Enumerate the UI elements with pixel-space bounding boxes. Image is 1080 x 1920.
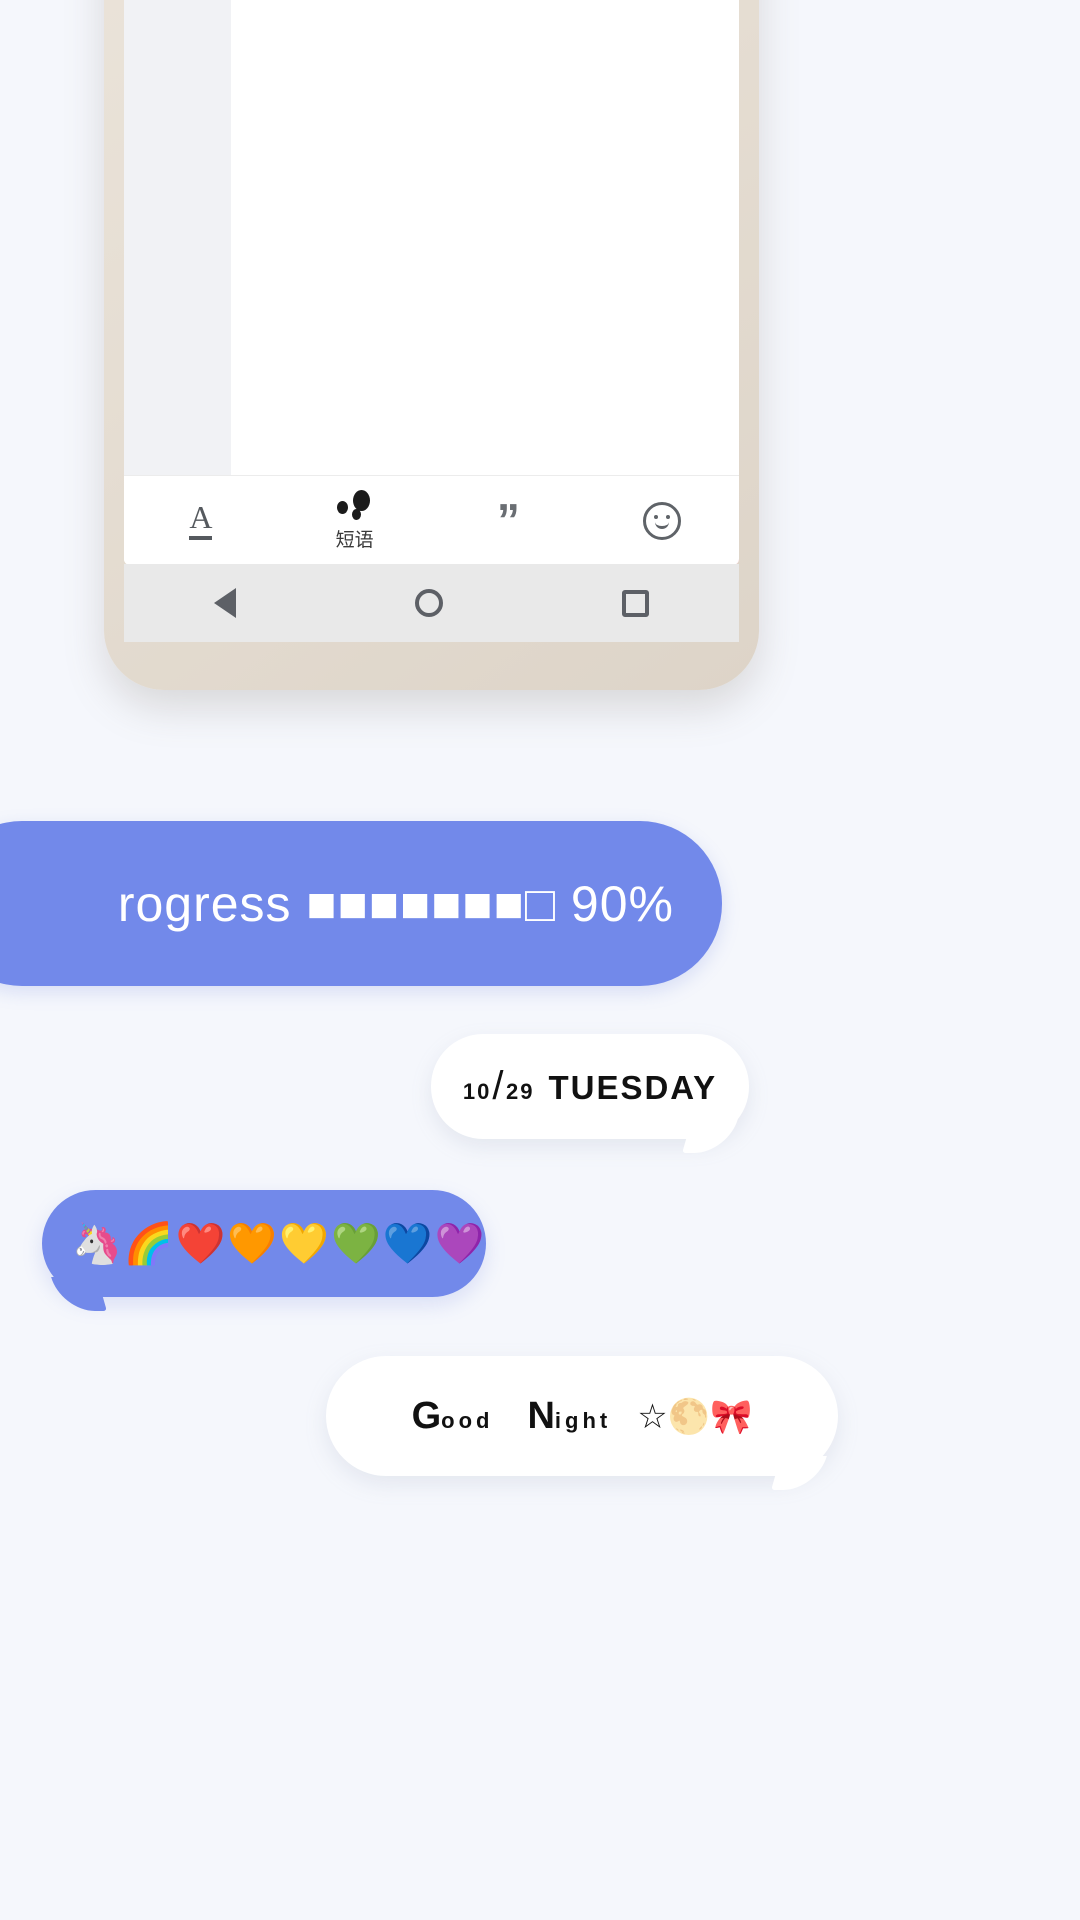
home-circle-icon[interactable] (414, 589, 443, 617)
back-triangle-icon[interactable] (213, 588, 236, 618)
category-rail: Emoji 蝴蝶结 台词 (124, 0, 231, 475)
phrase-bubbles-icon (336, 489, 373, 520)
goodnight-ood: ood (441, 1407, 494, 1433)
goodnight-n: N (527, 1394, 555, 1437)
date-weekday: TUESDAY (548, 1069, 718, 1106)
chat-bubble-hearts[interactable]: 🦄🌈❤️🧡💛💚💙💜 (42, 1190, 486, 1297)
goodnight-ight: ight (554, 1407, 612, 1433)
goodnight-g: G (411, 1394, 442, 1437)
smiley-face-icon (643, 501, 682, 540)
text-format-icon: A (189, 501, 213, 540)
recents-square-icon[interactable] (622, 589, 650, 617)
chat-bubble-progress[interactable]: rogress ■■■■■■■□ 90% (0, 821, 722, 986)
toolbar-item-quotes[interactable]: ” (432, 493, 586, 546)
quote-marks-icon: ” (496, 493, 520, 546)
toolbar-item-font-style[interactable]: A (124, 501, 278, 540)
goodnight-moon-bow-icon: ☆🌕🎀 (637, 1397, 753, 1436)
date-bubble-text: 10/29 TUESDAY (463, 1064, 717, 1109)
goodnight-bubble-text: Good Night ☆🌕🎀 (412, 1395, 753, 1438)
date-slash: / (492, 1064, 505, 1108)
progress-bubble-text: rogress ■■■■■■■□ 90% (117, 875, 674, 932)
keyboard-panel: Emoji 蝴蝶结 台词 ❄️ Happy New Year 🌿 Happy N… (124, 0, 739, 475)
phone-mockup: Emoji 蝴蝶结 台词 ❄️ Happy New Year 🌿 Happy N… (104, 0, 759, 690)
chat-bubble-date[interactable]: 10/29 TUESDAY (431, 1034, 749, 1139)
toolbar-item-emoji[interactable] (585, 501, 739, 540)
toolbar-item-label: 短语 (335, 529, 374, 551)
phone-screen: Emoji 蝴蝶结 台词 ❄️ Happy New Year 🌿 Happy N… (124, 0, 739, 565)
keyboard-toolbar: A 短语 ” (124, 475, 739, 565)
android-navigation-bar (124, 564, 739, 642)
chat-bubble-goodnight[interactable]: Good Night ☆🌕🎀 (326, 1356, 838, 1476)
phrase-list[interactable]: ❄️ Happy New Year 🌿 Happy New Year ☺ HA̲… (231, 0, 739, 475)
hearts-bubble-text: 🦄🌈❤️🧡💛💚💙💜 (72, 1222, 487, 1266)
date-day: 29 (505, 1079, 535, 1104)
toolbar-item-phrases[interactable]: 短语 (278, 489, 432, 552)
date-month: 10 (462, 1079, 492, 1104)
